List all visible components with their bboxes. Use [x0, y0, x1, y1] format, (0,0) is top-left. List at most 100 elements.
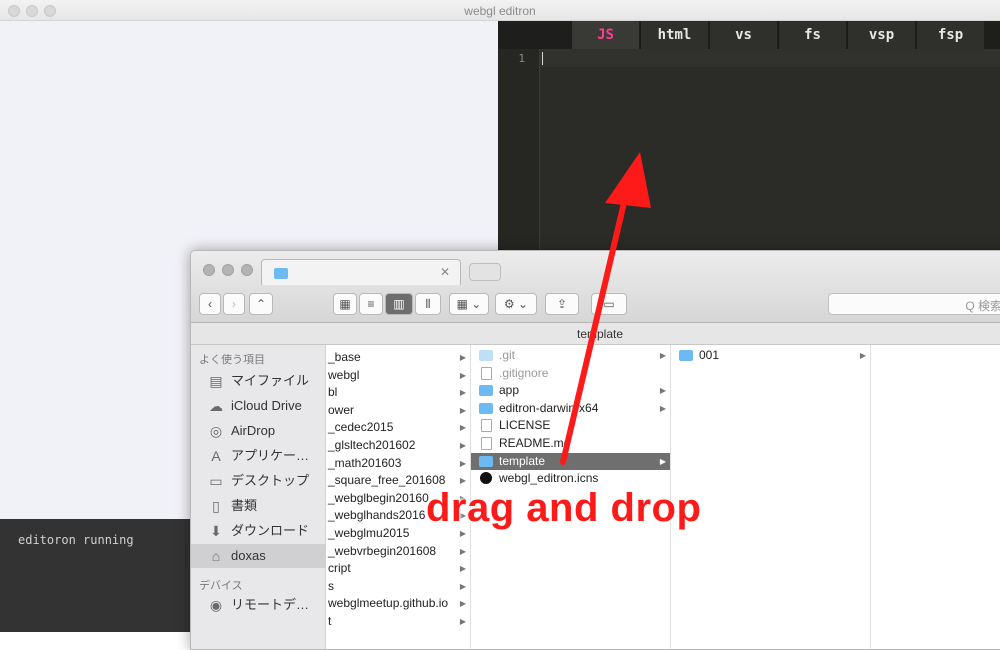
cloud-icon: ☁: [209, 398, 223, 414]
search-input[interactable]: Q 検索: [828, 293, 1000, 315]
folder-icon: [679, 350, 693, 361]
arrange-button[interactable]: ▦ ⌄: [449, 293, 489, 315]
arrange-icon: ▦ ⌄: [456, 297, 482, 311]
airdrop-icon: ◎: [209, 423, 223, 439]
list-item[interactable]: _math201603 ▶: [326, 455, 470, 472]
gear-icon: ⚙ ⌄: [503, 297, 529, 311]
disclosure-arrow-icon: ▶: [459, 564, 466, 574]
list-item[interactable]: s ▶: [326, 578, 470, 595]
list-item[interactable]: _base ▶: [326, 349, 470, 366]
list-item[interactable]: ower ▶: [326, 402, 470, 419]
list-item-name: README.md: [499, 436, 571, 450]
enclosing-folder-button[interactable]: ⌃: [249, 293, 273, 315]
sidebar-item-downloads[interactable]: ⬇ ダウンロード: [191, 519, 326, 543]
sidebar-item-applications[interactable]: A アプリケー…: [191, 444, 326, 468]
console-text: editoron running: [18, 533, 134, 547]
list-item[interactable]: webgl_editron.icns: [471, 470, 670, 487]
column-view-button[interactable]: ▥: [385, 293, 413, 315]
documents-icon: ▯: [212, 498, 220, 514]
list-item[interactable]: editron-darwin-x64 ▶: [471, 400, 670, 417]
icns-file-icon: [480, 472, 492, 485]
back-button[interactable]: ‹: [199, 293, 221, 315]
folder-icon: [479, 455, 493, 467]
list-item-name: ower: [328, 402, 355, 417]
tab-vs[interactable]: vs: [709, 21, 777, 49]
list-item-name: LICENSE: [499, 418, 551, 433]
disclosure-arrow-icon: ▶: [659, 386, 666, 396]
list-item[interactable]: LICENSE: [471, 417, 670, 434]
tab-html[interactable]: html: [640, 21, 708, 49]
finder-sidebar: よく使う項目 ▤ マイファイル ☁ iCloud Drive ◎ AirDrop…: [191, 345, 326, 649]
search-placeholder: Q 検索: [965, 299, 1000, 313]
sidebar-item-icloud-drive[interactable]: ☁ iCloud Drive: [191, 394, 326, 418]
list-item-name: .gitignore: [499, 365, 549, 380]
cover-flow-button[interactable]: ⫴: [415, 293, 441, 315]
list-item-name: t: [328, 614, 332, 628]
icon-view-button[interactable]: ▦: [333, 293, 357, 315]
desktop-icon: ▭: [209, 473, 223, 489]
sidebar-item-desktop[interactable]: ▭ デスクトップ: [191, 469, 326, 493]
window-title: webgl editron: [464, 4, 536, 18]
tags-button[interactable]: ▭: [591, 293, 627, 315]
disclosure-arrow-icon: ▶: [659, 456, 666, 466]
files-icon: ▤: [209, 373, 223, 389]
forward-button[interactable]: ›: [223, 293, 245, 315]
close-tab-icon[interactable]: ✕: [440, 265, 450, 279]
list-item[interactable]: cript ▶: [326, 560, 470, 577]
list-item[interactable]: _cedec2015 ▶: [326, 419, 470, 436]
finder-minimize-button[interactable]: [222, 264, 234, 276]
disclosure-arrow-icon: ▶: [459, 423, 466, 433]
folder-icon: [479, 350, 493, 361]
list-item[interactable]: webglmeetup.github.io ▶: [326, 595, 470, 612]
tab-js[interactable]: JS: [571, 21, 639, 49]
list-item[interactable]: 001 ▶: [671, 347, 870, 364]
list-item-name: _webglbegin20160: [328, 490, 429, 505]
sidebar-item-airdrop[interactable]: ◎ AirDrop: [191, 419, 326, 443]
list-item[interactable]: app ▶: [471, 382, 670, 399]
sidebar-item-documents[interactable]: ▯ 書類: [191, 494, 326, 518]
sidebar-item-label: デスクトップ: [231, 473, 310, 488]
sidebar-item-home[interactable]: ⌂ doxas: [191, 544, 326, 568]
sidebar-item-label: AirDrop: [231, 423, 276, 438]
list-item-name: webglmeetup.github.io: [328, 596, 449, 611]
share-icon: ⇪: [556, 297, 568, 311]
active-code-line[interactable]: [540, 49, 1000, 67]
share-button[interactable]: ⇪: [545, 293, 579, 315]
action-button[interactable]: ⚙ ⌄: [495, 293, 537, 315]
title-bar: webgl editron: [0, 0, 1000, 21]
new-tab-button[interactable]: [469, 263, 501, 281]
tag-icon: ▭: [603, 297, 615, 311]
list-item[interactable]: _glsltech201602 ▶: [326, 437, 470, 454]
disclosure-arrow-icon: ▶: [659, 351, 666, 360]
list-item[interactable]: template ▶: [471, 452, 670, 470]
disclosure-arrow-icon: ▶: [859, 351, 866, 360]
tab-fsp[interactable]: fsp: [916, 21, 984, 49]
list-item[interactable]: .gitignore: [471, 365, 670, 382]
sidebar-item-label: doxas: [231, 548, 266, 563]
list-item[interactable]: bl ▶: [326, 384, 470, 401]
disclosure-arrow-icon: ▶: [459, 458, 466, 468]
disclosure-arrow-icon: ▶: [659, 403, 666, 413]
list-item-name: _math201603: [328, 455, 402, 470]
list-item[interactable]: README.md: [471, 435, 670, 452]
list-item-name: _glsltech201602: [328, 438, 416, 452]
finder-tab[interactable]: ✕: [261, 259, 461, 285]
sidebar-item-remote-disc[interactable]: ◉ リモートデ…: [191, 593, 326, 617]
list-item-name: app: [499, 383, 520, 398]
finder-zoom-button[interactable]: [241, 264, 253, 276]
tab-vsp[interactable]: vsp: [847, 21, 915, 49]
list-item-name: bl: [328, 385, 338, 400]
list-item[interactable]: _webvrbegin201608 ▶: [326, 543, 470, 560]
list-view-button[interactable]: ≡: [359, 293, 383, 315]
sidebar-item-my-files[interactable]: ▤ マイファイル: [191, 369, 326, 393]
sidebar-item-label: リモートデ…: [231, 597, 310, 612]
list-item[interactable]: .git ▶: [471, 347, 670, 364]
tab-fs[interactable]: fs: [778, 21, 846, 49]
list-item-name: cript: [328, 561, 351, 576]
disclosure-arrow-icon: ▶: [459, 617, 466, 626]
finder-close-button[interactable]: [203, 264, 215, 276]
sidebar-item-label: ダウンロード: [231, 523, 310, 538]
list-item[interactable]: webgl ▶: [326, 367, 470, 384]
disclosure-arrow-icon: ▶: [459, 441, 466, 450]
list-item[interactable]: t ▶: [326, 613, 470, 630]
